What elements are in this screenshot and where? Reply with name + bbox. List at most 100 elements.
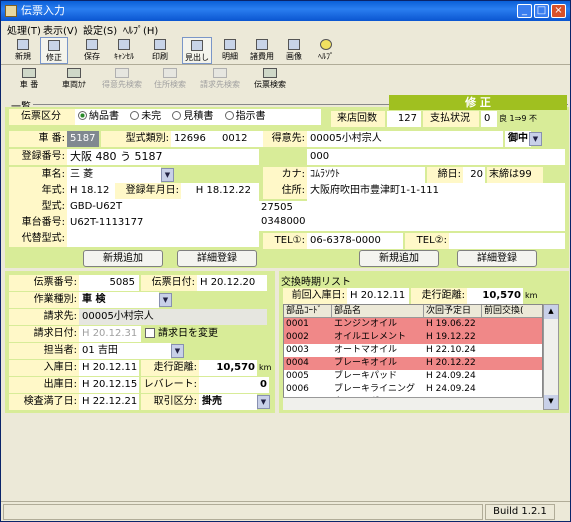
in-date-label: 入庫日: bbox=[9, 360, 79, 376]
toolbar-label: 車 番 bbox=[19, 80, 39, 89]
change-billing-date-checkbox[interactable] bbox=[145, 328, 155, 338]
chassis-number-field[interactable]: U62T-1113177 bbox=[67, 215, 259, 231]
registration-number-field[interactable]: 大阪 480 う 5187 bbox=[67, 149, 259, 165]
trade-type-dropdown-icon[interactable]: ▼ bbox=[257, 395, 270, 409]
customer-field[interactable]: 00005小村宗人 bbox=[307, 131, 503, 147]
slip-type-radio-group: 納品書 未完 見積書 指示書 bbox=[75, 109, 321, 125]
column-header[interactable]: 部品ｺｰﾄﾞ bbox=[284, 305, 332, 318]
table-row[interactable]: 0002 オイルエレメント H 19.12.22 bbox=[284, 331, 542, 344]
slip-number-field[interactable]: 5085 bbox=[79, 275, 139, 291]
visits-label: 来店回数 bbox=[331, 111, 385, 127]
menu-process[interactable]: 処理(T) bbox=[7, 22, 41, 37]
car-name-dropdown-icon[interactable]: ▼ bbox=[161, 168, 174, 182]
work-type-field[interactable]: 車 検 bbox=[79, 292, 159, 308]
toolbar-print-button[interactable]: 印刷 bbox=[146, 37, 174, 64]
radio-estimate[interactable] bbox=[172, 111, 182, 120]
inspection-expiry-label: 検査満了日: bbox=[9, 394, 79, 410]
maximize-button[interactable]: □ bbox=[534, 4, 549, 18]
mileage-field[interactable]: 10,570 bbox=[199, 360, 257, 376]
menu-help[interactable]: ﾍﾙﾌﾟ(H) bbox=[123, 22, 158, 37]
column-header[interactable]: 部品名 bbox=[332, 305, 424, 318]
toolbar-cancel-button[interactable]: ｷｬﾝｾﾙ bbox=[110, 37, 138, 64]
scroll-up-icon[interactable]: ▲ bbox=[544, 305, 558, 319]
slip-search-icon bbox=[263, 68, 277, 78]
table-row[interactable]: 0006 ブレーキライニング H 24.09.24 bbox=[284, 383, 542, 396]
billing-date-field[interactable]: H 20.12.31 bbox=[79, 326, 141, 342]
model-field[interactable]: GBD-U62T bbox=[67, 199, 259, 215]
edit-icon bbox=[48, 40, 60, 51]
closing-day-field[interactable]: 20 bbox=[463, 167, 485, 183]
toolbar-detail-button[interactable]: 明細 bbox=[216, 37, 244, 64]
menu-view[interactable]: 表示(V) bbox=[43, 22, 78, 37]
car-number-search-button[interactable]: 車 番 bbox=[11, 66, 47, 94]
inspection-expiry-field[interactable]: H 22.12.21 bbox=[79, 394, 139, 410]
registration-date-field[interactable]: H 18.12.22 bbox=[181, 183, 259, 199]
table-row[interactable]: 0004 ブレーキオイル H 20.12.22 bbox=[284, 357, 542, 370]
customer-detail-button[interactable]: 詳細登録 bbox=[457, 250, 537, 267]
table-cell: H 22.10.24 bbox=[426, 345, 476, 355]
work-type-dropdown-icon[interactable]: ▼ bbox=[159, 293, 172, 307]
payment-status-value[interactable]: 0 bbox=[481, 111, 497, 127]
address-field[interactable]: 大阪府吹田市豊津町1-1-111 bbox=[307, 183, 565, 199]
billing-label: 請求先: bbox=[9, 309, 79, 325]
customer-code-field[interactable]: 000 bbox=[307, 149, 565, 165]
registration-date-label: 登録年月日: bbox=[115, 183, 181, 199]
mileage-label: 走行距離: bbox=[141, 360, 199, 376]
year-field[interactable]: H 18.12 bbox=[67, 183, 115, 199]
kana-field[interactable]: ｺﾑﾗｿｳﾄ bbox=[307, 167, 425, 183]
billing-search-button[interactable]: 請求先検索 bbox=[195, 66, 245, 94]
toolbar-new-button[interactable]: 新規 bbox=[9, 37, 37, 64]
table-row[interactable]: 0001 エンジンオイル H 19.06.22 bbox=[284, 318, 542, 331]
address-field-2[interactable] bbox=[307, 199, 565, 231]
toolbar-image-button[interactable]: 画像 bbox=[280, 37, 308, 64]
year-label: 年式: bbox=[9, 183, 67, 199]
slip-type-label: 伝票区分 bbox=[9, 109, 75, 125]
vehicle-new-button[interactable]: 新規追加 bbox=[83, 250, 163, 267]
customer-search-button[interactable]: 得意先検索 bbox=[99, 66, 145, 94]
scroll-down-icon[interactable]: ▼ bbox=[544, 395, 558, 409]
toolbar-save-button[interactable]: 保存 bbox=[78, 37, 106, 64]
menu-bar: 処理(T) 表示(V) 設定(S) ﾍﾙﾌﾟ(H) bbox=[1, 21, 570, 37]
tel2-field[interactable] bbox=[449, 233, 565, 249]
alternate-model-field[interactable] bbox=[67, 231, 259, 247]
toolbar-edit-button[interactable]: 修正 bbox=[40, 37, 68, 64]
prev-in-date-label: 前回入庫日: bbox=[283, 288, 347, 304]
car-number-field[interactable]: 5187 bbox=[67, 131, 99, 147]
table-row[interactable]: 0005 ブレーキパッド H 24.09.24 bbox=[284, 370, 542, 383]
staff-field[interactable]: 01 吉田 bbox=[79, 343, 171, 359]
car-name-field[interactable]: 三 菱 bbox=[67, 167, 161, 183]
address-search-button[interactable]: 住所検索 bbox=[150, 66, 190, 94]
app-icon bbox=[5, 5, 17, 17]
radio-incomplete[interactable] bbox=[130, 111, 140, 120]
toolbar-help-button[interactable]: ﾍﾙﾌﾟ bbox=[312, 37, 340, 64]
radio-delivery[interactable] bbox=[78, 111, 87, 120]
tel1-field[interactable]: 06-6378-0000 bbox=[307, 233, 403, 249]
out-date-field[interactable]: H 20.12.15 bbox=[79, 377, 139, 393]
customer-new-button[interactable]: 新規追加 bbox=[359, 250, 439, 267]
toolbar-label: 見出し bbox=[185, 53, 209, 62]
in-date-field[interactable]: H 20.12.11 bbox=[79, 360, 139, 376]
menu-settings[interactable]: 設定(S) bbox=[83, 22, 117, 37]
radio-instruction[interactable] bbox=[224, 111, 234, 120]
billing-field[interactable]: 00005小村宗人 bbox=[79, 309, 267, 325]
minimize-button[interactable]: _ bbox=[517, 4, 532, 18]
toolbar-expense-button[interactable]: 諸費用 bbox=[246, 37, 278, 64]
column-header[interactable]: 前回交換( bbox=[482, 305, 542, 318]
model-class-field[interactable]: 12696 bbox=[171, 131, 219, 147]
vertical-scrollbar[interactable]: ▲ ▼ bbox=[543, 304, 559, 410]
honorific-field[interactable]: 御中 bbox=[505, 131, 531, 147]
trade-type-field[interactable]: 掛売 bbox=[199, 394, 257, 410]
vehicle-detail-button[interactable]: 詳細登録 bbox=[177, 250, 257, 267]
slip-date-field[interactable]: H 20.12.20 bbox=[197, 275, 267, 291]
car-kana-search-button[interactable]: 車両ｶﾅ bbox=[56, 66, 92, 94]
honorific-dropdown-icon[interactable]: ▼ bbox=[529, 132, 542, 146]
staff-dropdown-icon[interactable]: ▼ bbox=[171, 344, 184, 358]
labor-rate-field[interactable]: 0 bbox=[199, 377, 269, 393]
table-row[interactable]: 0003 オートマオイル H 22.10.24 bbox=[284, 344, 542, 357]
column-header[interactable]: 次回予定日 bbox=[424, 305, 482, 318]
close-button[interactable]: × bbox=[551, 4, 566, 18]
slip-search-button[interactable]: 伝票検索 bbox=[249, 66, 291, 94]
horizontal-scrollbar[interactable] bbox=[283, 397, 543, 410]
toolbar-heading-button[interactable]: 見出し bbox=[182, 37, 212, 64]
radio-label: 見積書 bbox=[183, 111, 214, 122]
